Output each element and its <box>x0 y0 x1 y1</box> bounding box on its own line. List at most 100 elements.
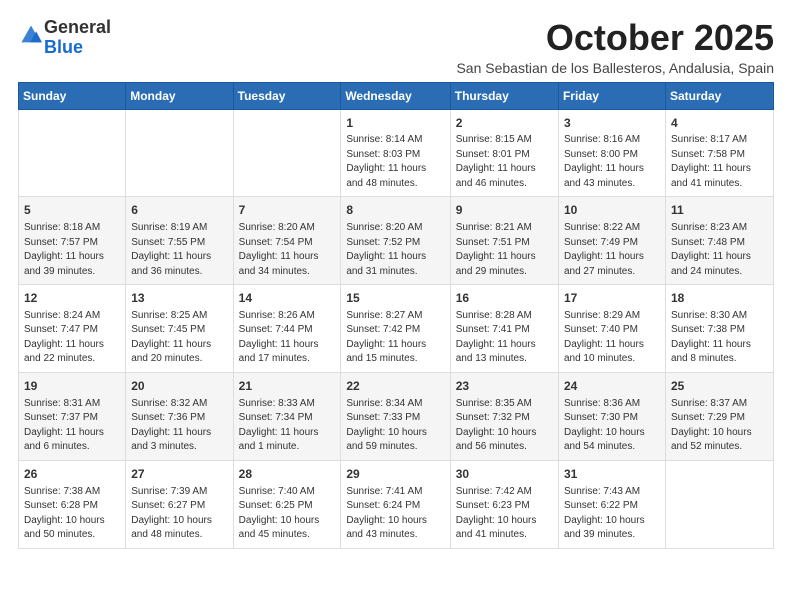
table-row: 12Sunrise: 8:24 AM Sunset: 7:47 PM Dayli… <box>19 285 126 373</box>
table-row: 26 Sunrise: 7:38 AM Sunset: 6:28 PM Dayli… <box>19 460 126 548</box>
day-info: Sunrise: 8:37 AM Sunset: 7:29 PM Dayligh… <box>671 397 768 455</box>
day-info: Sunrise: 8:30 AM Sunset: 7:38 PM Dayligh… <box>671 309 768 367</box>
day-info: Sunrise: 8:22 AM Sunset: 7:49 PM Dayligh… <box>564 221 660 279</box>
table-row: 31Sunrise: 7:43 AM Sunset: 6:22 PM Dayli… <box>558 460 665 548</box>
table-row: 22Sunrise: 8:34 AM Sunset: 7:33 PM Dayli… <box>341 372 450 460</box>
day-info: Sunrise: 7:38 AM Sunset: 6:28 PM Dayligh… <box>24 485 120 543</box>
logo-blue-text: Blue <box>44 37 83 57</box>
day-info: Sunrise: 7:42 AM Sunset: 6:23 PM Dayligh… <box>456 485 553 543</box>
table-row: 2Sunrise: 8:15 AM Sunset: 8:01 PM Daylig… <box>450 109 558 197</box>
calendar-week-row: 26 Sunrise: 7:38 AM Sunset: 6:28 PM Dayli… <box>19 460 774 548</box>
day-number: 3 <box>564 115 660 132</box>
day-number: 9 <box>456 202 553 219</box>
table-row: 5Sunrise: 8:18 AM Sunset: 7:57 PM Daylig… <box>19 197 126 285</box>
day-number: 25 <box>671 378 768 395</box>
month-title: October 2025 <box>456 18 774 58</box>
calendar-header-row: Sunday Monday Tuesday Wednesday Thursday… <box>19 82 774 109</box>
logo-icon <box>20 24 42 46</box>
logo: General Blue <box>18 18 111 58</box>
table-row: 10 Sunrise: 8:22 AM Sunset: 7:49 PM Dayli… <box>558 197 665 285</box>
day-number: 16 <box>456 290 553 307</box>
table-row: 13 Sunrise: 8:25 AM Sunset: 7:45 PM Dayli… <box>126 285 233 373</box>
table-row: 29Sunrise: 7:41 AM Sunset: 6:24 PM Dayli… <box>341 460 450 548</box>
day-info: Sunrise: 8:27 AM Sunset: 7:42 PM Dayligh… <box>346 309 444 367</box>
table-row: 15 Sunrise: 8:27 AM Sunset: 7:42 PM Dayli… <box>341 285 450 373</box>
day-info: Sunrise: 8:32 AM Sunset: 7:36 PM Dayligh… <box>131 397 227 455</box>
day-number: 20 <box>131 378 227 395</box>
day-info: Sunrise: 8:34 AM Sunset: 7:33 PM Dayligh… <box>346 397 444 455</box>
header-tuesday: Tuesday <box>233 82 341 109</box>
day-number: 13 <box>131 290 227 307</box>
day-number: 1 <box>346 115 444 132</box>
header: General Blue October 2025 San Sebastian … <box>18 18 774 76</box>
table-row: 9 Sunrise: 8:21 AM Sunset: 7:51 PM Daylig… <box>450 197 558 285</box>
day-info: Sunrise: 8:26 AM Sunset: 7:44 PM Dayligh… <box>239 309 336 367</box>
header-friday: Friday <box>558 82 665 109</box>
day-info: Sunrise: 7:41 AM Sunset: 6:24 PM Dayligh… <box>346 485 444 543</box>
day-number: 8 <box>346 202 444 219</box>
day-info: Sunrise: 8:28 AM Sunset: 7:41 PM Dayligh… <box>456 309 553 367</box>
table-row: 19Sunrise: 8:31 AM Sunset: 7:37 PM Dayli… <box>19 372 126 460</box>
title-block: October 2025 San Sebastian de los Balles… <box>456 18 774 76</box>
day-number: 15 <box>346 290 444 307</box>
day-number: 11 <box>671 202 768 219</box>
day-info: Sunrise: 8:35 AM Sunset: 7:32 PM Dayligh… <box>456 397 553 455</box>
day-info: Sunrise: 8:31 AM Sunset: 7:37 PM Dayligh… <box>24 397 120 455</box>
table-row: 18 Sunrise: 8:30 AM Sunset: 7:38 PM Dayli… <box>665 285 773 373</box>
table-row: 4Sunrise: 8:17 AM Sunset: 7:58 PM Daylig… <box>665 109 773 197</box>
calendar-week-row: 12Sunrise: 8:24 AM Sunset: 7:47 PM Dayli… <box>19 285 774 373</box>
day-number: 28 <box>239 466 336 483</box>
calendar-week-row: 5Sunrise: 8:18 AM Sunset: 7:57 PM Daylig… <box>19 197 774 285</box>
header-monday: Monday <box>126 82 233 109</box>
day-number: 23 <box>456 378 553 395</box>
table-row: 27Sunrise: 7:39 AM Sunset: 6:27 PM Dayli… <box>126 460 233 548</box>
day-info: Sunrise: 8:14 AM Sunset: 8:03 PM Dayligh… <box>346 133 444 191</box>
table-row: 21 Sunrise: 8:33 AM Sunset: 7:34 PM Dayli… <box>233 372 341 460</box>
table-row <box>665 460 773 548</box>
table-row <box>19 109 126 197</box>
day-info: Sunrise: 8:18 AM Sunset: 7:57 PM Dayligh… <box>24 221 120 279</box>
table-row: 1Sunrise: 8:14 AM Sunset: 8:03 PM Daylig… <box>341 109 450 197</box>
day-info: Sunrise: 8:20 AM Sunset: 7:54 PM Dayligh… <box>239 221 336 279</box>
header-sunday: Sunday <box>19 82 126 109</box>
table-row: 17 Sunrise: 8:29 AM Sunset: 7:40 PM Dayli… <box>558 285 665 373</box>
day-number: 21 <box>239 378 336 395</box>
calendar-week-row: 19Sunrise: 8:31 AM Sunset: 7:37 PM Dayli… <box>19 372 774 460</box>
subtitle: San Sebastian de los Ballesteros, Andalu… <box>456 60 774 76</box>
day-info: Sunrise: 8:23 AM Sunset: 7:48 PM Dayligh… <box>671 221 768 279</box>
day-info: Sunrise: 8:24 AM Sunset: 7:47 PM Dayligh… <box>24 309 120 367</box>
table-row: 3Sunrise: 8:16 AM Sunset: 8:00 PM Daylig… <box>558 109 665 197</box>
day-info: Sunrise: 8:19 AM Sunset: 7:55 PM Dayligh… <box>131 221 227 279</box>
day-info: Sunrise: 8:21 AM Sunset: 7:51 PM Dayligh… <box>456 221 553 279</box>
table-row: 20 Sunrise: 8:32 AM Sunset: 7:36 PM Dayli… <box>126 372 233 460</box>
header-thursday: Thursday <box>450 82 558 109</box>
day-info: Sunrise: 8:29 AM Sunset: 7:40 PM Dayligh… <box>564 309 660 367</box>
day-number: 17 <box>564 290 660 307</box>
day-info: Sunrise: 8:16 AM Sunset: 8:00 PM Dayligh… <box>564 133 660 191</box>
day-number: 24 <box>564 378 660 395</box>
day-number: 10 <box>564 202 660 219</box>
day-number: 4 <box>671 115 768 132</box>
header-wednesday: Wednesday <box>341 82 450 109</box>
day-number: 26 <box>24 466 120 483</box>
calendar-week-row: 1Sunrise: 8:14 AM Sunset: 8:03 PM Daylig… <box>19 109 774 197</box>
table-row: 24Sunrise: 8:36 AM Sunset: 7:30 PM Dayli… <box>558 372 665 460</box>
day-info: Sunrise: 8:15 AM Sunset: 8:01 PM Dayligh… <box>456 133 553 191</box>
table-row: 25 Sunrise: 8:37 AM Sunset: 7:29 PM Dayli… <box>665 372 773 460</box>
day-number: 31 <box>564 466 660 483</box>
page: General Blue October 2025 San Sebastian … <box>0 0 792 612</box>
day-number: 6 <box>131 202 227 219</box>
table-row: 8Sunrise: 8:20 AM Sunset: 7:52 PM Daylig… <box>341 197 450 285</box>
day-info: Sunrise: 8:33 AM Sunset: 7:34 PM Dayligh… <box>239 397 336 455</box>
day-number: 27 <box>131 466 227 483</box>
table-row <box>233 109 341 197</box>
table-row <box>126 109 233 197</box>
table-row: 14Sunrise: 8:26 AM Sunset: 7:44 PM Dayli… <box>233 285 341 373</box>
table-row: 7Sunrise: 8:20 AM Sunset: 7:54 PM Daylig… <box>233 197 341 285</box>
table-row: 11 Sunrise: 8:23 AM Sunset: 7:48 PM Dayli… <box>665 197 773 285</box>
day-info: Sunrise: 8:25 AM Sunset: 7:45 PM Dayligh… <box>131 309 227 367</box>
logo-general-text: General <box>44 17 111 37</box>
day-number: 18 <box>671 290 768 307</box>
header-saturday: Saturday <box>665 82 773 109</box>
table-row: 28Sunrise: 7:40 AM Sunset: 6:25 PM Dayli… <box>233 460 341 548</box>
